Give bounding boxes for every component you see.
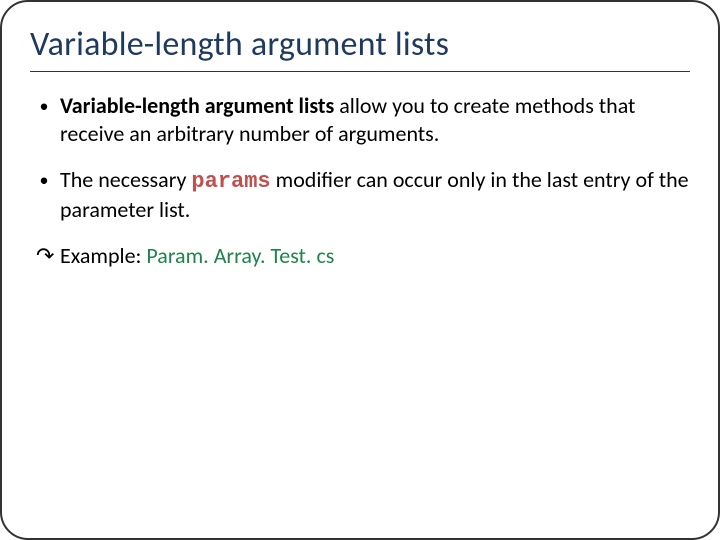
slide-title: Variable-length argument lists [30, 24, 690, 65]
bullet-dot-icon: • [36, 166, 52, 194]
arrow-icon: ↷ [36, 242, 60, 270]
bullet-dot-icon: • [36, 92, 52, 120]
bullet-item-2: • The necessary params modifier can occu… [36, 166, 690, 224]
title-divider [30, 71, 690, 72]
example-filename: Param. Array. Test. cs [146, 242, 334, 269]
example-row: ↷ Example: Param. Array. Test. cs [36, 242, 690, 270]
bullet-1-bold: Variable-length argument lists [60, 92, 334, 119]
example-label: Example: [60, 242, 146, 269]
bullet-text-2: The necessary params modifier can occur … [52, 166, 690, 224]
bullet-item-1: • Variable-length argument lists allow y… [36, 92, 690, 148]
bullet-2-pre: The necessary [60, 166, 191, 193]
example-text: Example: Param. Array. Test. cs [60, 242, 334, 270]
bullet-text-1: Variable-length argument lists allow you… [52, 92, 690, 148]
slide-body: • Variable-length argument lists allow y… [30, 92, 690, 270]
params-keyword: params [191, 169, 270, 194]
slide-frame: Variable-length argument lists • Variabl… [0, 0, 720, 540]
